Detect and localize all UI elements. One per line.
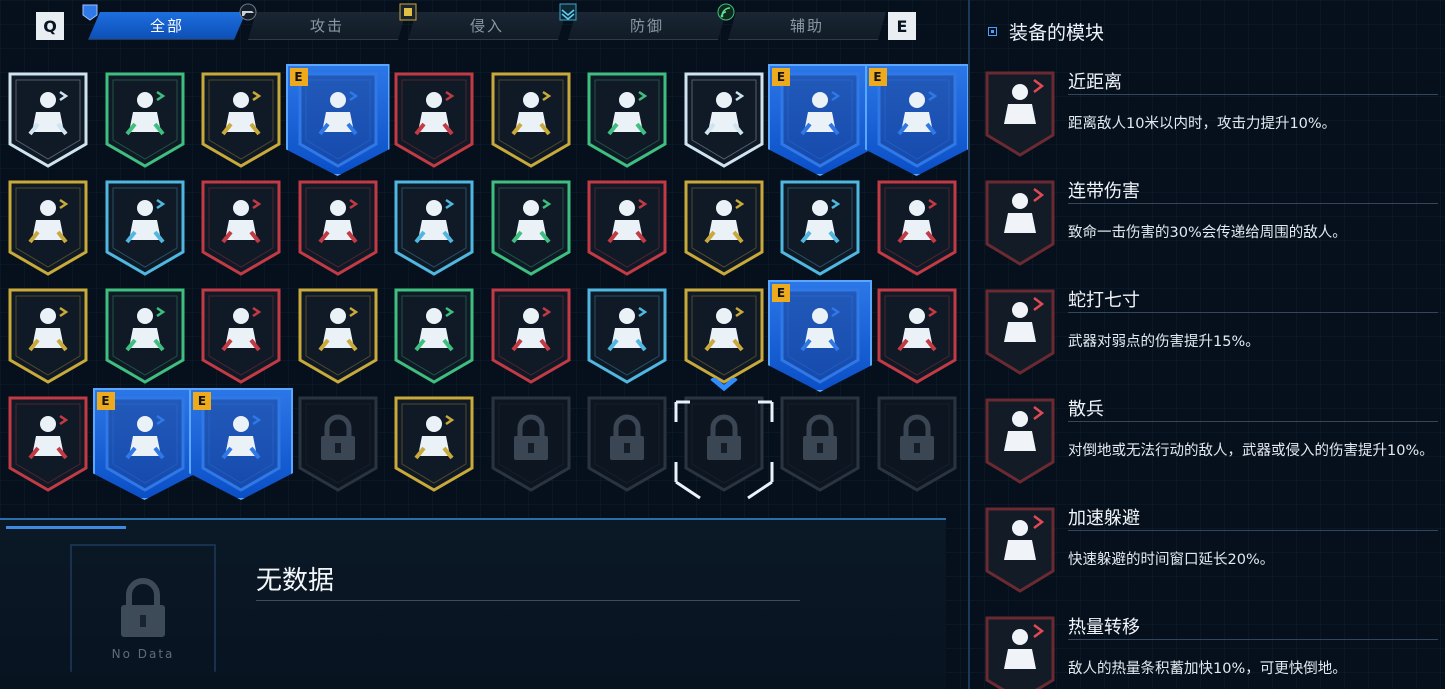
module-slot[interactable] (199, 178, 283, 278)
tab-support[interactable]: 辅助 (728, 12, 886, 40)
module-slot[interactable]: E (864, 64, 969, 176)
equipped-module-divider (1068, 421, 1438, 422)
detail-title: 无数据 (256, 566, 335, 596)
prev-tab-key-hint[interactable]: Q (36, 12, 64, 40)
equipped-badge: E (772, 284, 790, 302)
module-slot[interactable]: E (285, 64, 390, 176)
panel-divider (968, 0, 970, 689)
equipped-module-desc: 武器对弱点的伤害提升15%。 (1068, 334, 1260, 350)
detail-divider (256, 600, 800, 601)
module-slot[interactable] (392, 394, 476, 494)
equipped-modules-panel: 装备的模块 近距离 距离敌人10米以内时，攻击力提升10%。 连带伤害 致命一击… (976, 0, 1445, 689)
module-slot[interactable] (296, 178, 380, 278)
equipped-module-desc: 距离敌人10米以内时，攻击力提升10%。 (1068, 116, 1337, 132)
module-slot[interactable] (875, 286, 959, 386)
equipped-module-divider (1068, 639, 1438, 640)
scatter-soldier-icon (984, 397, 1056, 489)
equipped-module-name: 加速躲避 (1068, 508, 1140, 529)
locked-module-slot[interactable] (296, 394, 380, 494)
equipped-header-label: 装备的模块 (1009, 22, 1105, 44)
module-slot[interactable] (6, 394, 90, 494)
no-data-label: No Data (111, 647, 175, 661)
tab-defense[interactable]: 防御 (568, 12, 726, 40)
equipped-module-item[interactable]: 散兵 对倒地或无法行动的敌人，武器或侵入的伤害提升10%。 (982, 395, 1442, 503)
module-slot[interactable] (6, 70, 90, 170)
module-slot[interactable]: E (189, 388, 293, 500)
module-slot[interactable] (585, 178, 669, 278)
equipped-badge: E (96, 392, 115, 410)
module-slot[interactable] (199, 70, 283, 170)
locked-module-slot[interactable] (585, 394, 669, 494)
equipped-module-name: 蛇打七寸 (1068, 290, 1140, 311)
equipped-module-item[interactable]: 近距离 距离敌人10米以内时，攻击力提升10%。 (982, 68, 1442, 176)
module-slot[interactable] (682, 70, 766, 170)
module-slot[interactable]: E (768, 64, 872, 176)
selection-cursor (674, 376, 774, 500)
tabs: 全部 攻击 侵入 防御 辅助 (88, 12, 888, 40)
module-slot[interactable] (585, 70, 669, 170)
module-slot[interactable] (6, 286, 90, 386)
module-slot[interactable] (682, 178, 766, 278)
category-tab-bar: Q 全部 攻击 侵入 防御 辅助 E (0, 0, 968, 52)
equipped-module-item[interactable]: 蛇打七寸 武器对弱点的伤害提升15%。 (982, 286, 1442, 394)
dodge-time-icon (984, 506, 1056, 598)
close-combat-icon (984, 70, 1056, 162)
equipped-module-item[interactable]: 连带伤害 致命一击伤害的30%会传递给周围的敌人。 (982, 177, 1442, 285)
locked-module-slot[interactable] (778, 394, 862, 494)
detail-module-preview: No Data (70, 544, 216, 689)
module-slot[interactable] (6, 178, 90, 278)
module-slot[interactable] (875, 178, 959, 278)
equipped-header: 装备的模块 (988, 18, 1104, 45)
panel-accent (6, 526, 126, 529)
equipped-module-name: 连带伤害 (1068, 181, 1140, 202)
module-detail-panel: No Data 无数据 (0, 518, 946, 689)
equipped-badge: E (772, 68, 790, 86)
equipped-module-desc: 对倒地或无法行动的敌人，武器或侵入的伤害提升10%。 (1068, 443, 1434, 459)
equipped-module-divider (1068, 312, 1438, 313)
module-slot[interactable] (103, 286, 187, 386)
module-slot[interactable] (489, 286, 573, 386)
module-slot[interactable] (392, 286, 476, 386)
next-tab-key-hint[interactable]: E (888, 12, 916, 40)
module-slot[interactable] (682, 286, 766, 386)
tab-all[interactable]: 全部 (88, 12, 246, 40)
equipped-module-divider (1068, 203, 1438, 204)
equipped-module-name: 散兵 (1068, 399, 1104, 420)
module-slot[interactable] (392, 178, 476, 278)
module-slot[interactable] (103, 178, 187, 278)
module-slot[interactable] (489, 178, 573, 278)
equipped-module-name: 近距离 (1068, 72, 1122, 93)
equipped-module-desc: 快速躲避的时间窗口延长20%。 (1068, 552, 1275, 568)
equipped-badge: E (868, 68, 887, 86)
locked-module-slot[interactable] (489, 394, 573, 494)
heat-transfer-icon (984, 615, 1056, 689)
header-bullet-icon (988, 27, 997, 36)
equipped-module-divider (1068, 94, 1438, 95)
tab-hack[interactable]: 侵入 (408, 12, 566, 40)
equipped-badge: E (289, 68, 308, 86)
equipped-module-name: 热量转移 (1068, 617, 1140, 638)
equipped-module-desc: 敌人的热量条积蓄加快10%，可更快倒地。 (1068, 661, 1347, 677)
module-slot[interactable] (778, 178, 862, 278)
lock-icon (121, 578, 165, 637)
equipped-module-item[interactable]: 热量转移 敌人的热量条积蓄加快10%，可更快倒地。 (982, 613, 1442, 689)
equipped-module-divider (1068, 530, 1438, 531)
equipped-module-item[interactable]: 加速躲避 快速躲避的时间窗口延长20%。 (982, 504, 1442, 612)
module-grid: E E E E E E (0, 64, 969, 504)
module-slot[interactable]: E (92, 388, 197, 500)
module-slot[interactable] (296, 286, 380, 386)
module-slot[interactable]: E (768, 280, 872, 392)
equipped-module-desc: 致命一击伤害的30%会传递给周围的敌人。 (1068, 225, 1347, 241)
module-slot[interactable] (103, 70, 187, 170)
locked-module-slot[interactable] (875, 394, 959, 494)
module-slot[interactable] (199, 286, 283, 386)
tab-attack[interactable]: 攻击 (248, 12, 406, 40)
module-slot[interactable] (392, 70, 476, 170)
chain-damage-icon (984, 179, 1056, 271)
module-slot[interactable] (489, 70, 573, 170)
weakpoint-icon (984, 288, 1056, 380)
equipped-badge: E (193, 392, 211, 410)
module-slot[interactable] (585, 286, 669, 386)
